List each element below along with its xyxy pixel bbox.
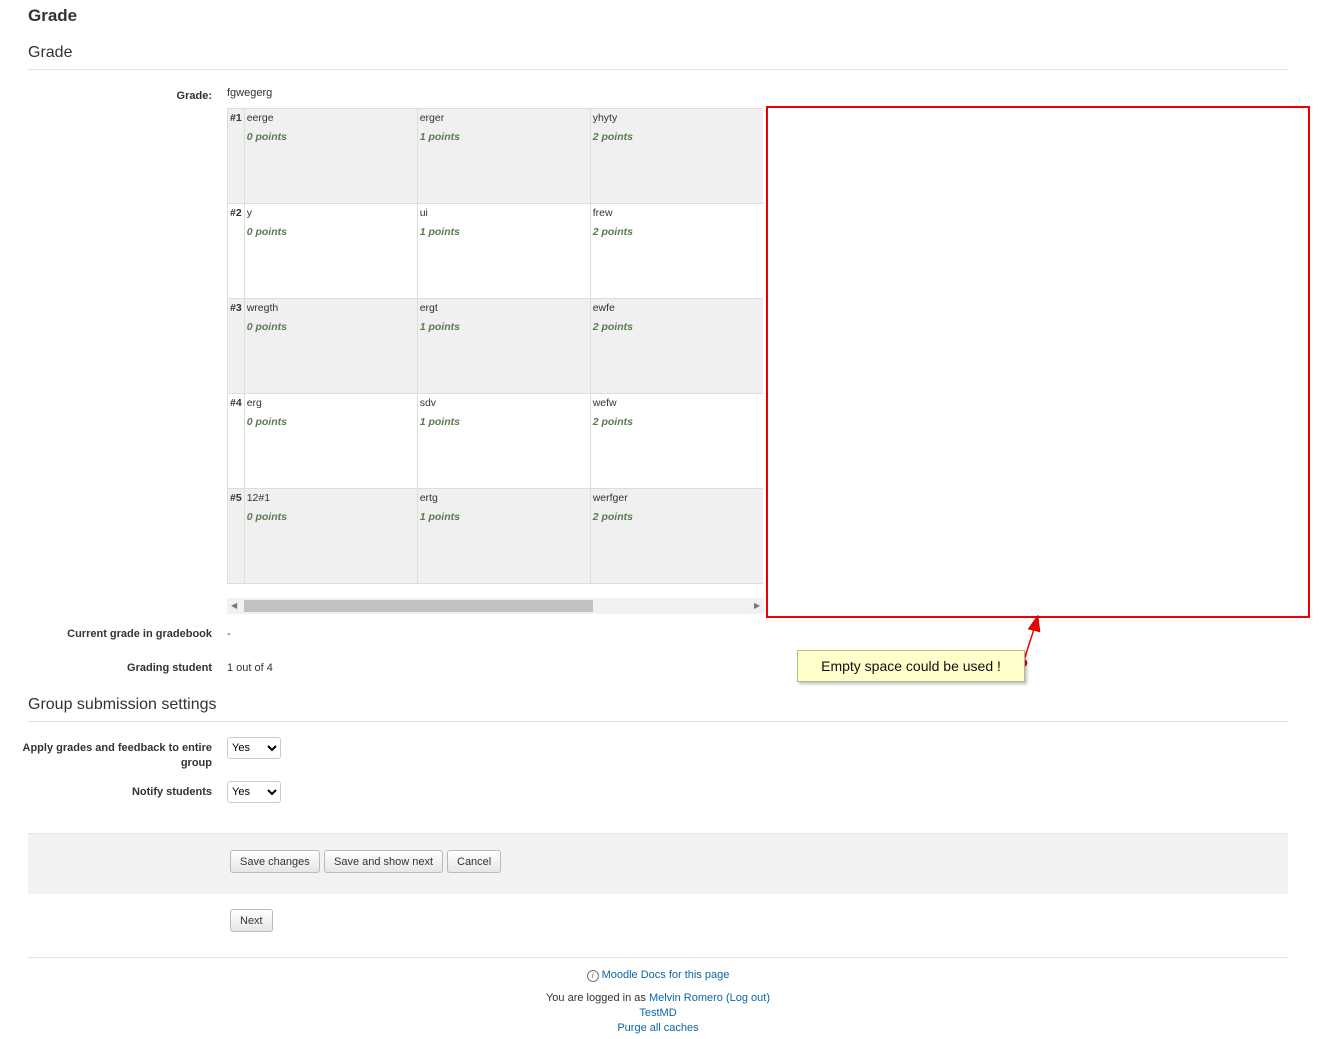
- level-points: 1 points: [419, 321, 460, 333]
- level-definition: ui: [419, 207, 428, 219]
- rubric-level-cell[interactable]: sdv 1 points: [416, 393, 591, 489]
- rubric-viewport: #1 eerge 0 points erger 1 points yhyty 2 point…: [227, 108, 763, 584]
- level-points: 1 points: [419, 511, 460, 523]
- rubric-criterion-row: #3 wregth 0 points ergt 1 points ewfe 2 points…: [227, 298, 763, 394]
- save-changes-button[interactable]: Save changes: [230, 850, 320, 873]
- horizontal-scrollbar[interactable]: ◀ ▶: [227, 598, 764, 614]
- page-title: Grade: [28, 6, 78, 25]
- save-and-show-next-button[interactable]: Save and show next: [324, 850, 444, 873]
- level-definition: wregth: [246, 302, 279, 314]
- notify-students-select[interactable]: Yes: [227, 781, 281, 803]
- rubric-level-cell[interactable]: ergt 1 points: [416, 298, 591, 394]
- rubric-table: #1 eerge 0 points erger 1 points yhyty 2 point…: [227, 108, 763, 584]
- rubric-level-cell[interactable]: erger 1 points: [416, 108, 591, 204]
- grade-label: Grade:: [176, 90, 212, 102]
- apply-to-group-label: Apply grades and feedback to entire grou…: [22, 742, 213, 769]
- form-button-bar: Save changes Save and show next Cancel: [28, 833, 1288, 894]
- rubric-level-cell[interactable]: 12#1 0 points: [243, 488, 418, 584]
- level-definition: ergt: [419, 302, 438, 314]
- scroll-left-icon[interactable]: ◀: [231, 601, 237, 610]
- scroll-right-icon[interactable]: ▶: [754, 601, 760, 610]
- rubric-criterion-row: #2y0 pointsui1 pointsfrew2 pointse3: [227, 203, 763, 299]
- level-definition: ewfe: [592, 302, 615, 314]
- level-points: 2 points: [592, 226, 633, 238]
- rubric-criterion-row: #1 eerge 0 points erger 1 points yhyty 2 point…: [227, 108, 763, 204]
- rubric-level-cell[interactable]: wefw 2 points: [589, 393, 763, 489]
- rubric-level-cell[interactable]: ertg 1 points: [416, 488, 591, 584]
- site-home-link[interactable]: TestMD: [639, 1007, 676, 1019]
- level-points: 2 points: [592, 321, 633, 333]
- criterion-number: #1: [227, 108, 245, 204]
- grading-student-value: 1 out of 4: [227, 662, 273, 674]
- rubric-criterion-row: #4erg0 pointssdv1 pointswefw2 pointse3: [227, 393, 763, 489]
- rubric-criterion-row: #5 12#1 0 points ertg 1 points werfger 2 point…: [227, 488, 763, 584]
- notify-students-label: Notify students: [131, 786, 212, 798]
- level-definition: y: [246, 207, 252, 219]
- cancel-button[interactable]: Cancel: [447, 850, 502, 873]
- level-definition: erg: [246, 397, 262, 409]
- docs-link-row: i Moodle Docs for this page: [0, 969, 1316, 982]
- purge-caches-link[interactable]: Purge all caches: [617, 1022, 698, 1034]
- criterion-number: #3: [227, 298, 245, 394]
- level-definition: werfger: [592, 492, 628, 504]
- level-definition: yhyty: [592, 112, 618, 124]
- level-points: 1 points: [419, 131, 460, 143]
- logout-link[interactable]: (Log out): [726, 992, 770, 1004]
- rubric-level-cell[interactable]: werfger 2 points: [589, 488, 763, 584]
- current-grade-label: Current grade in gradebook: [67, 628, 212, 640]
- next-button[interactable]: Next: [230, 909, 273, 932]
- annotation-box: [766, 106, 1310, 618]
- footer-divider: [28, 957, 1288, 958]
- level-points: 0 points: [246, 511, 287, 523]
- level-points: 1 points: [419, 416, 460, 428]
- user-profile-link[interactable]: Melvin Romero: [649, 992, 723, 1004]
- logged-in-text: You are logged in as: [545, 992, 646, 1004]
- rubric-level-cell[interactable]: frew 2 points: [589, 203, 763, 299]
- level-points: 0 points: [246, 416, 287, 428]
- level-points: 2 points: [592, 511, 633, 523]
- divider: [28, 721, 1288, 722]
- moodle-docs-link[interactable]: Moodle Docs for this page: [602, 969, 730, 981]
- divider: [28, 69, 1288, 70]
- rubric-level-cell[interactable]: wregth 0 points: [243, 298, 418, 394]
- annotation-callout: Empty space could be used !: [797, 650, 1025, 682]
- rubric-level-cell[interactable]: eerge 0 points: [243, 108, 418, 204]
- criterion-number: #4: [227, 393, 245, 489]
- rubric-level-cell[interactable]: ui 1 points: [416, 203, 591, 299]
- level-definition: ertg: [419, 492, 438, 504]
- criterion-number: #2: [227, 203, 245, 299]
- current-grade-value: -: [227, 628, 231, 640]
- purge-caches-row: Purge all caches: [0, 1022, 1316, 1034]
- rubric-level-cell[interactable]: yhyty 2 points: [589, 108, 763, 204]
- rubric-level-cell[interactable]: y 0 points: [243, 203, 418, 299]
- group-section-heading: Group submission settings: [28, 696, 217, 713]
- level-definition: wefw: [592, 397, 617, 409]
- site-home-row: TestMD: [0, 1007, 1316, 1019]
- level-points: 2 points: [592, 416, 633, 428]
- grading-student-label: Grading student: [127, 662, 212, 674]
- level-points: 0 points: [246, 321, 287, 333]
- level-points: 2 points: [592, 131, 633, 143]
- criterion-number: #5: [227, 488, 245, 584]
- rubric-name: fgwegerg: [227, 87, 273, 99]
- level-points: 0 points: [246, 226, 287, 238]
- level-points: 0 points: [246, 131, 287, 143]
- login-info: You are logged in as Melvin Romero (Log …: [0, 992, 1316, 1004]
- rubric-level-cell[interactable]: ewfe 2 points: [589, 298, 763, 394]
- level-definition: eerge: [246, 112, 274, 124]
- grade-section-heading: Grade: [28, 44, 73, 61]
- info-icon: i: [586, 970, 599, 982]
- level-points: 1 points: [419, 226, 460, 238]
- level-definition: erger: [419, 112, 445, 124]
- level-definition: sdv: [419, 397, 437, 409]
- scrollbar-thumb[interactable]: [244, 600, 593, 612]
- level-definition: 12#1: [246, 492, 271, 504]
- rubric-level-cell[interactable]: erg 0 points: [243, 393, 418, 489]
- apply-to-group-select[interactable]: Yes: [227, 737, 281, 759]
- level-definition: frew: [592, 207, 613, 219]
